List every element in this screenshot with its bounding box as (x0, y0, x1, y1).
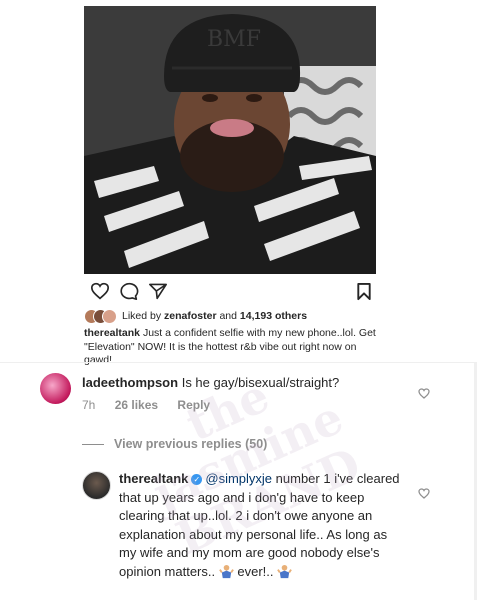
verified-icon: ✓ (191, 474, 203, 485)
shrug-emoji-icon (277, 564, 292, 578)
liked-by-user[interactable]: zenafoster (164, 310, 217, 322)
comment-likes[interactable]: 26 likes (115, 398, 158, 412)
view-previous-replies[interactable]: View previous replies (50) (82, 437, 267, 451)
liked-by-prefix: Liked by (122, 310, 162, 322)
comment-text: Is he gay/bisexual/straight? (181, 375, 340, 390)
hat-logo-text: BMF (207, 27, 261, 52)
comment-heart-icon[interactable] (418, 386, 430, 404)
view-previous-label[interactable]: View previous replies (50) (114, 437, 267, 451)
liker-avatars (84, 309, 118, 324)
comment: ladeethompson Is he gay/bisexual/straigh… (82, 374, 402, 392)
comment-heart-icon[interactable] (418, 486, 430, 504)
comment-text: number 1 i've cleared that up years ago … (119, 471, 400, 579)
comment-user[interactable]: therealtank (119, 471, 188, 486)
comment-icon[interactable] (119, 282, 139, 305)
comment-time: 7h (82, 398, 96, 412)
avatar[interactable] (82, 471, 111, 500)
liked-by-and: and (219, 310, 237, 322)
post-actions (84, 282, 376, 304)
divider (0, 362, 477, 363)
comment-meta: 7h 26 likes Reply (82, 398, 226, 412)
heart-icon[interactable] (90, 282, 110, 305)
reply-comment: therealtank ✓ @simplyxje number 1 i've cle… (119, 470, 404, 581)
bookmark-icon[interactable] (356, 282, 372, 306)
shrug-emoji-icon (218, 564, 234, 578)
comment-text-end: ever!.. (237, 563, 274, 579)
reply-button[interactable]: Reply (177, 398, 210, 412)
post-photo[interactable]: BMF (84, 6, 376, 274)
liked-by-others[interactable]: 14,193 others (240, 310, 307, 322)
caption-user[interactable]: therealtank (84, 327, 140, 339)
divider-line (82, 443, 104, 445)
liked-by: Liked by zenafoster and 14,193 others (84, 308, 384, 324)
comment-user[interactable]: ladeethompson (82, 375, 178, 390)
mention-link[interactable]: @simplyxje (205, 471, 272, 486)
avatar[interactable] (40, 373, 71, 404)
share-icon[interactable] (148, 282, 168, 305)
